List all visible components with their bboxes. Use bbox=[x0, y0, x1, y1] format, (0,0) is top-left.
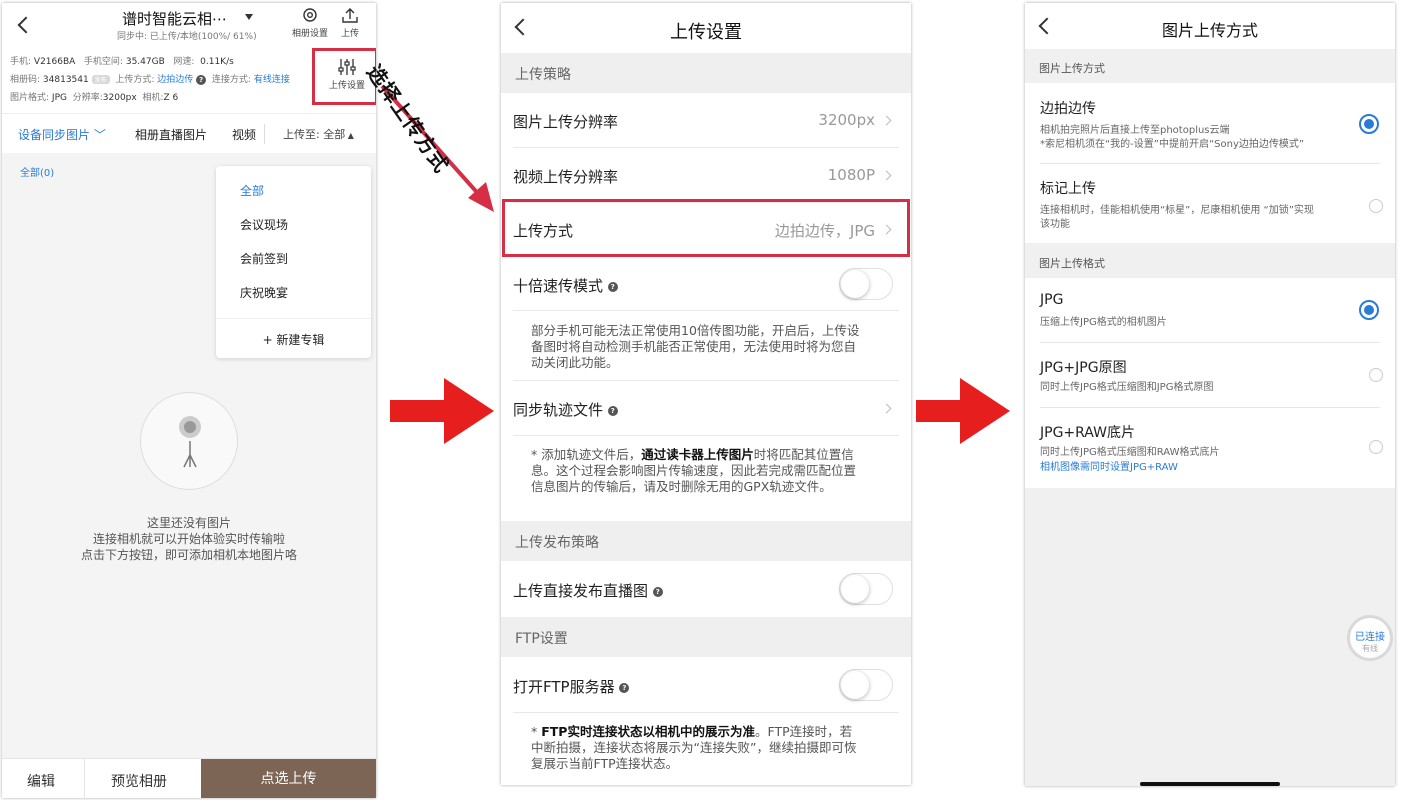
speed-mode-label: 十倍速传模式 ? bbox=[513, 275, 618, 296]
section-upload-format: 图片上传格式 bbox=[1039, 257, 1105, 270]
image-resolution-label: 图片上传分辨率 bbox=[513, 113, 619, 131]
sync-status: 同步中: 已上传/本地(100%/ 61%) bbox=[117, 32, 257, 42]
chevron-right-icon bbox=[881, 170, 892, 181]
image-resolution-row[interactable]: 图片上传分辨率 3200px bbox=[501, 93, 911, 147]
empty-line-2: 连接相机就可以开始体验实时传输啦 bbox=[92, 532, 285, 546]
format-info-row: 图片格式: JPG 分辨率:3200px 相机:Z 6 bbox=[10, 93, 179, 103]
page-title: 图片上传方式 bbox=[1161, 21, 1258, 40]
album-settings-button[interactable]: 相册设置 bbox=[288, 6, 332, 39]
connection-status-label: 已连接 bbox=[1355, 632, 1385, 643]
upload-mode-link[interactable]: 边拍边传 bbox=[157, 75, 193, 85]
album-screen: 谱时智能云相⋯ 同步中: 已上传/本地(100%/ 61%) 相册设置 上传 手… bbox=[2, 3, 376, 798]
album-header: 谱时智能云相⋯ 同步中: 已上传/本地(100%/ 61%) 相册设置 上传 bbox=[2, 3, 376, 49]
upload-label: 上传 bbox=[340, 29, 359, 39]
edit-button[interactable]: 编辑 bbox=[27, 771, 55, 791]
help-icon[interactable]: ? bbox=[196, 74, 207, 85]
tab-device-sync[interactable]: 设备同步图片 ﹀ bbox=[18, 126, 106, 143]
publish-chip: 发布 bbox=[91, 75, 110, 84]
chevron-right-icon bbox=[881, 115, 892, 126]
section-publish-strategy: 上传发布策略 bbox=[515, 535, 599, 551]
help-icon[interactable]: ? bbox=[607, 281, 618, 292]
section-upload-mode: 图片上传方式 bbox=[1039, 62, 1105, 75]
image-resolution-value: 3200px bbox=[818, 111, 875, 129]
arrow-right-icon bbox=[916, 378, 1010, 444]
tab-album-live[interactable]: 相册直播图片 bbox=[135, 126, 207, 143]
track-file-row[interactable]: 同步轨迹文件 ? bbox=[501, 381, 911, 435]
ftp-label: 打开FTP服务器 ? bbox=[513, 676, 630, 697]
album-info-row: 相册码: 34813541 发布 上传方式: 边拍边传 ? 连接方式: 有线连接 bbox=[10, 74, 290, 85]
dropdown-item-all[interactable]: 全部 bbox=[240, 182, 264, 199]
mode-header: 图片上传方式 bbox=[1025, 3, 1395, 49]
back-icon[interactable] bbox=[17, 16, 35, 34]
help-icon[interactable]: ? bbox=[652, 586, 663, 597]
raw-note: 相机图像需同时设置JPG+RAW bbox=[1040, 462, 1178, 473]
filter-all[interactable]: 全部(0) bbox=[20, 164, 54, 179]
caret-up-icon: ▲ bbox=[345, 131, 354, 140]
ftp-toggle[interactable] bbox=[839, 669, 893, 701]
settings-header: 上传设置 bbox=[501, 3, 911, 53]
album-dropdown: 全部 会议现场 会前签到 庆祝晚宴 + 新建专辑 bbox=[216, 166, 371, 358]
upload-to-select[interactable]: 上传至: 全部 ▲ bbox=[283, 126, 354, 142]
help-icon: ? bbox=[607, 405, 618, 416]
radio-selected-icon bbox=[1359, 114, 1379, 134]
tab-bar: 设备同步图片 ﹀ 相册直播图片 视频 上传至: 全部 ▲ bbox=[2, 113, 376, 153]
camera-tripod-icon bbox=[179, 416, 201, 468]
highlight-box bbox=[502, 199, 910, 257]
radio-empty-icon bbox=[1369, 440, 1383, 454]
album-title[interactable]: 谱时智能云相⋯ bbox=[122, 8, 227, 29]
gear-icon bbox=[303, 8, 317, 22]
format-jpg-original[interactable]: JPG+JPG原图 同时上传JPG格式压缩图和JPG格式原图 bbox=[1025, 343, 1395, 407]
option-shoot-upload[interactable]: 边拍边传 相机拍完照片后直接上传至photoplus云端 *索尼相机须在“我的-… bbox=[1025, 83, 1395, 163]
dropdown-item-party[interactable]: 庆祝晚宴 bbox=[240, 284, 288, 301]
help-icon[interactable]: ? bbox=[619, 682, 630, 693]
video-resolution-label: 视频上传分辨率 bbox=[513, 168, 619, 186]
dropdown-item-signin[interactable]: 会前签到 bbox=[240, 250, 288, 267]
format-jpg[interactable]: JPG 压缩上传JPG格式的相机图片 bbox=[1025, 278, 1395, 342]
chevron-right-icon bbox=[881, 403, 892, 414]
radio-selected-icon bbox=[1359, 300, 1379, 320]
select-upload-button[interactable]: 点选上传 bbox=[201, 759, 376, 798]
publish-label: 上传直接发布直播图 ? bbox=[513, 580, 663, 601]
format-jpg-raw[interactable]: JPG+RAW底片 同时上传JPG格式压缩图和RAW格式底片 相机图像需同时设置… bbox=[1025, 408, 1395, 488]
upload-button[interactable]: 上传 bbox=[336, 6, 364, 39]
upload-mode-screen: 图片上传方式 图片上传方式 边拍边传 相机拍完照片后直接上传至photoplus… bbox=[1025, 3, 1395, 786]
caret-down-icon[interactable] bbox=[245, 14, 253, 20]
empty-line-1: 这里还没有图片 bbox=[146, 516, 231, 530]
connection-status-badge[interactable]: 已连接 有线 bbox=[1347, 615, 1393, 661]
home-indicator bbox=[1140, 782, 1280, 786]
speed-mode-description: 部分手机可能无法正常使用10倍传图功能，开启后，上传设备图时将自动检测手机能否正… bbox=[531, 323, 860, 370]
option-mark-upload[interactable]: 标记上传 连接相机时，佳能相机使用“标星”，尼康相机使用 “加锁”实现 该功能 bbox=[1025, 164, 1395, 243]
bottom-bar: 编辑 预览相册 点选上传 bbox=[2, 758, 376, 798]
radio-empty-icon bbox=[1369, 368, 1383, 382]
video-resolution-value: 1080P bbox=[827, 166, 875, 184]
section-upload-strategy: 上传策略 bbox=[515, 67, 571, 83]
track-file-description: * 添加轨迹文件后，通过读卡器上传图片时将匹配其位置信息。这个过程会影响图片传输… bbox=[531, 447, 857, 494]
arrow-right-icon bbox=[390, 378, 494, 444]
preview-album-button[interactable]: 预览相册 bbox=[111, 771, 167, 791]
speed-mode-toggle[interactable] bbox=[839, 268, 893, 300]
connection-type-label: 有线 bbox=[1362, 644, 1378, 653]
dropdown-item-meeting[interactable]: 会议现场 bbox=[240, 216, 288, 233]
upload-icon bbox=[342, 8, 358, 23]
upload-settings-screen: 上传设置 上传策略 图片上传分辨率 3200px 视频上传分辨率 1080P 上… bbox=[501, 3, 911, 785]
empty-line-3: 点击下方按钮，即可添加相机本地图片咯 bbox=[80, 548, 297, 562]
page-title: 上传设置 bbox=[670, 22, 742, 43]
video-resolution-row[interactable]: 视频上传分辨率 1080P bbox=[501, 148, 911, 202]
publish-toggle[interactable] bbox=[839, 573, 893, 605]
radio-empty-icon bbox=[1369, 199, 1383, 213]
new-album-button[interactable]: + 新建专辑 bbox=[216, 331, 371, 348]
ftp-description: * FTP实时连接状态以相机中的展示为准。FTP连接时，若中断拍摄，连接状态将展… bbox=[531, 724, 857, 771]
section-ftp: FTP设置 bbox=[515, 631, 568, 647]
device-info-row: 手机: V2166BA 手机空间: 35.47GB 网速: 0.11K/s bbox=[10, 57, 234, 67]
tab-video[interactable]: 视频 bbox=[232, 126, 256, 143]
album-settings-label: 相册设置 bbox=[291, 29, 328, 39]
empty-illustration bbox=[140, 392, 238, 490]
